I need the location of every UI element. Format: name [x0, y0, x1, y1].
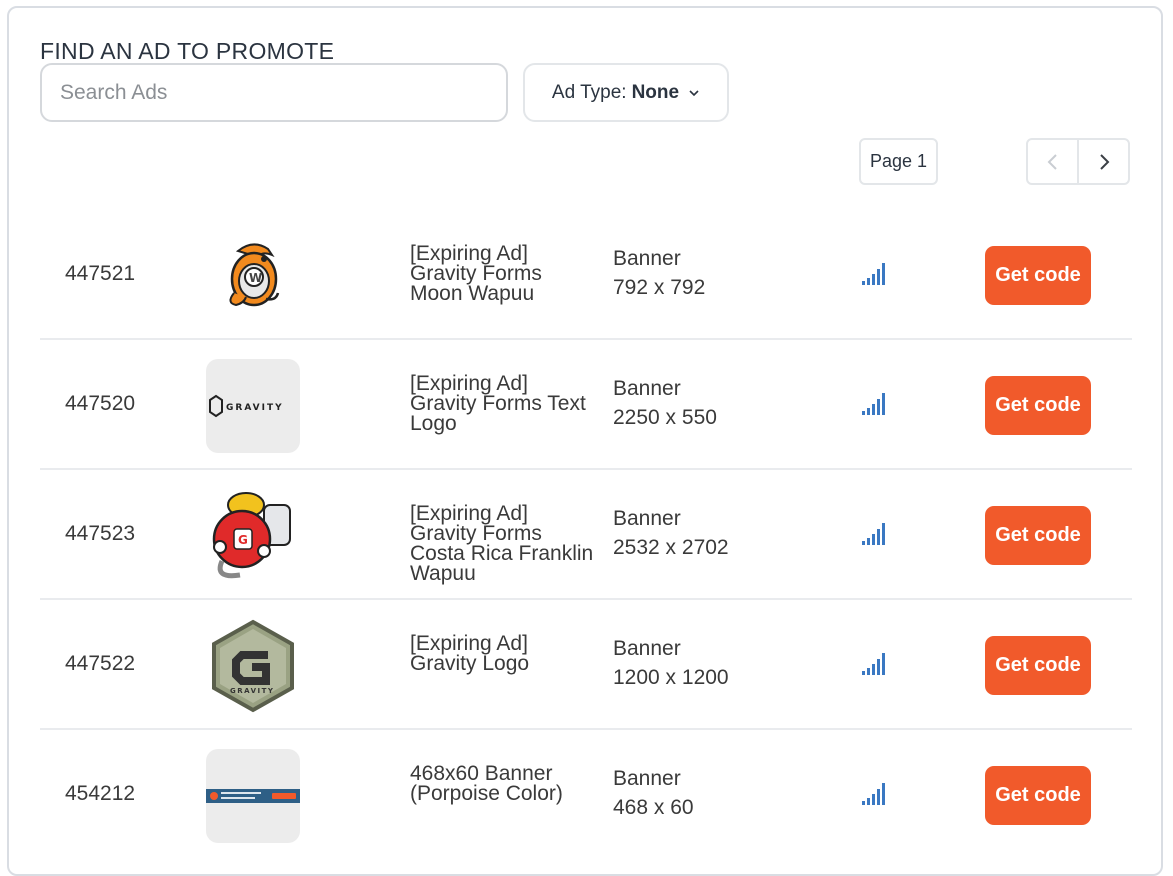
ad-title: [Expiring Ad] Gravity Forms Costa Rica F…	[410, 502, 594, 585]
ad-type-name: Banner	[613, 247, 681, 270]
ad-type: Banner 792 x 792	[613, 244, 705, 302]
ad-id: 454212	[65, 782, 136, 805]
gravity-hex-logo: GRAVITY	[206, 619, 300, 713]
ad-type-label: Ad Type:	[551, 81, 627, 103]
chevron-right-icon	[1099, 153, 1109, 170]
ad-dimensions: 468 x 60	[613, 796, 694, 819]
signal-strength-icon	[862, 393, 885, 415]
ad-type-name: Banner	[613, 507, 681, 530]
pagination-controls	[1026, 138, 1130, 185]
signal-strength-icon	[862, 783, 885, 805]
next-page-button[interactable]	[1079, 140, 1128, 183]
chevron-down-icon	[689, 89, 699, 96]
gravity-logo-text: GRAVITY	[230, 687, 274, 695]
get-code-button[interactable]: Get code	[985, 376, 1091, 435]
ad-row: 454212 468x60 Banner (Porpoise Color) Ba…	[40, 730, 1132, 860]
svg-text:W: W	[249, 271, 262, 285]
ad-title: [Expiring Ad] Gravity Logo	[410, 632, 530, 675]
ad-id: 447523	[65, 522, 136, 545]
ad-type-value: None	[631, 81, 680, 103]
gravity-text-logo: GRAVITY	[206, 359, 300, 453]
ad-dimensions: 792 x 792	[613, 276, 706, 299]
chevron-left-icon	[1047, 153, 1057, 170]
get-code-button[interactable]: Get code	[985, 766, 1091, 825]
page-title: FIND AN AD TO PROMOTE	[40, 38, 335, 64]
ad-row: 447521 W [Expiring Ad] Gravity Forms Moo…	[40, 210, 1132, 340]
ad-type-name: Banner	[613, 377, 681, 400]
ad-type: Banner 468 x 60	[613, 764, 694, 822]
moon-wapuu-icon: W	[206, 229, 300, 323]
ad-dimensions: 2532 x 2702	[613, 536, 729, 559]
get-code-button[interactable]: Get code	[985, 246, 1091, 305]
ad-id: 447520	[65, 392, 136, 415]
ad-type-name: Banner	[613, 637, 681, 660]
ad-title: [Expiring Ad] Gravity Forms Moon Wapuu	[410, 242, 542, 305]
get-code-button[interactable]: Get code	[985, 636, 1091, 695]
ads-list: 447521 W [Expiring Ad] Gravity Forms Moo…	[40, 210, 1132, 860]
prev-page-button[interactable]	[1028, 140, 1079, 183]
ad-id: 447521	[65, 262, 136, 285]
porpoise-banner	[206, 749, 300, 843]
ad-type-dropdown[interactable]: Ad Type: None	[523, 63, 729, 122]
ad-dimensions: 2250 x 550	[613, 406, 717, 429]
ad-type: Banner 2250 x 550	[613, 374, 717, 432]
svg-text:G: G	[238, 533, 248, 547]
ad-title: 468x60 Banner (Porpoise Color)	[410, 762, 563, 805]
ad-title: [Expiring Ad] Gravity Forms Text Logo	[410, 372, 586, 435]
gravity-logo-text: GRAVITY	[226, 403, 284, 413]
signal-strength-icon	[862, 523, 885, 545]
signal-strength-icon	[862, 653, 885, 675]
ad-row: 447523 G [Expiring Ad] Gravity Forms Cos…	[40, 470, 1132, 600]
page-indicator: Page 1	[859, 138, 938, 185]
ad-id: 447522	[65, 652, 136, 675]
ad-type-name: Banner	[613, 767, 681, 790]
get-code-button[interactable]: Get code	[985, 506, 1091, 565]
signal-strength-icon	[862, 263, 885, 285]
ad-type: Banner 1200 x 1200	[613, 634, 729, 692]
search-input[interactable]	[40, 63, 508, 122]
ad-row: 447522 GRAVITY [Expiring Ad] Gravity Log…	[40, 600, 1132, 730]
ad-dimensions: 1200 x 1200	[613, 666, 729, 689]
ad-row: 447520 GRAVITY [Expiring Ad] Gravity For…	[40, 340, 1132, 470]
ad-type: Banner 2532 x 2702	[613, 504, 729, 562]
franklin-wapuu-icon: G	[206, 489, 300, 583]
